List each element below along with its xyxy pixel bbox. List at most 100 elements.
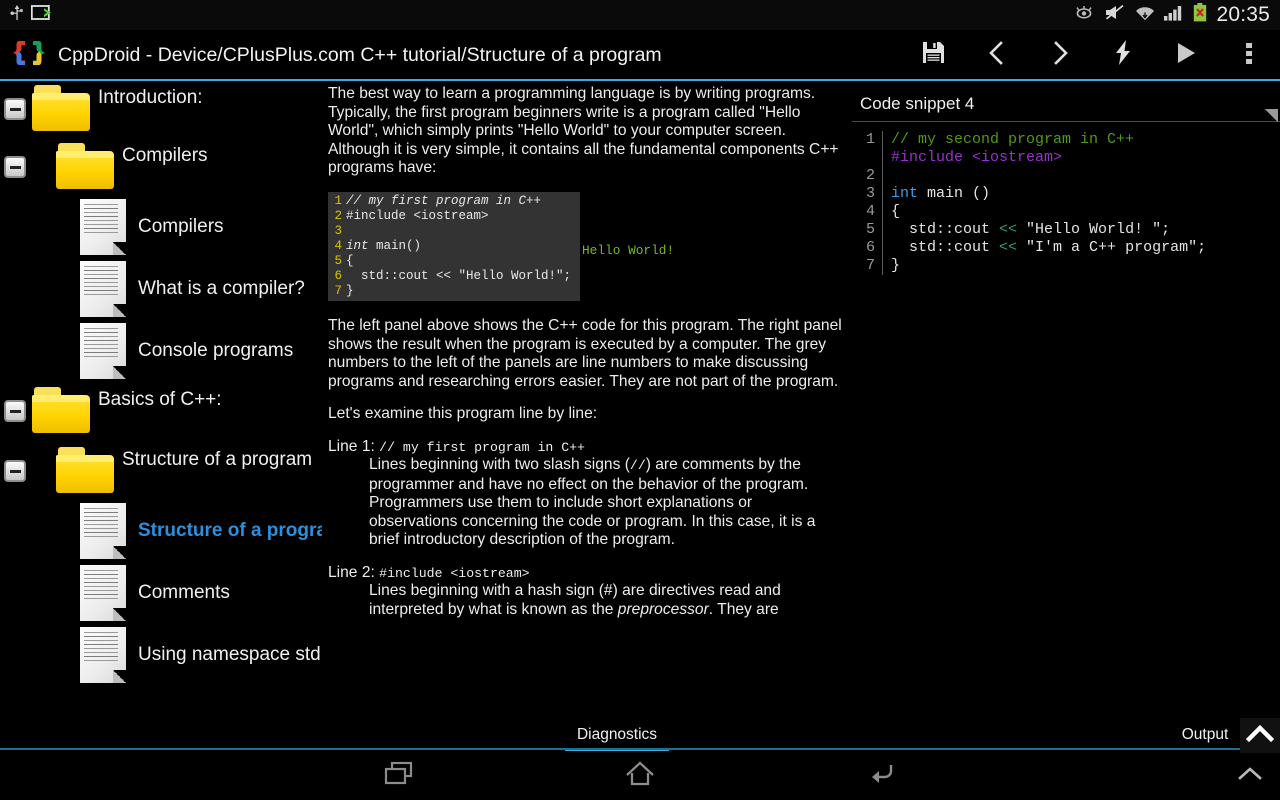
examine-paragraph: Let's examine this program line by line: <box>328 405 598 423</box>
chevron-right-icon <box>1048 40 1072 71</box>
tree-item-basics-of-cpp[interactable]: Basics of C++: <box>0 387 322 435</box>
line-2-code: #include <iostream> <box>379 565 530 581</box>
save-button[interactable] <box>902 30 965 80</box>
line-number: 2 <box>334 208 342 223</box>
cppdroid-logo-icon <box>12 38 46 72</box>
tree-item-console-programs[interactable]: Console programs <box>0 323 322 379</box>
line-number: 7 <box>334 283 342 298</box>
code-text: #include <iostream> <box>346 208 489 223</box>
snippet-line: 4 { <box>852 203 1280 221</box>
status-bar-clock: 20:35 <box>1216 3 1270 26</box>
screen-cast-icon <box>30 4 53 26</box>
line-number: 4 <box>865 203 875 220</box>
example-code-block: 1 // my first program in C++ 2 #include … <box>328 191 674 301</box>
code-token-operator: << <box>999 239 1018 256</box>
code-text: std::cout <box>891 221 1000 238</box>
code-text: "Hello World! "; <box>1017 221 1171 238</box>
recents-icon <box>383 760 417 793</box>
chevron-up-icon <box>1245 724 1275 749</box>
expand-panel-button[interactable] <box>1240 718 1280 754</box>
tree-item-label: Using namespace std <box>138 644 321 665</box>
snippet-line: 3 int main () <box>852 185 1280 203</box>
app-action-bar: CppDroid - Device/CPlusPlus.com C++ tuto… <box>0 30 1280 80</box>
document-icon <box>80 323 126 379</box>
snippet-line: 1 // my second program in C++ <box>852 131 1280 149</box>
action-bar-buttons <box>902 30 1280 80</box>
code-token-keyword: int <box>891 185 919 202</box>
code-line: 4 int main() <box>328 239 580 254</box>
tree-expander-compilers[interactable] <box>4 156 26 178</box>
gutter-rule <box>882 167 883 185</box>
code-line: 7 } <box>328 284 580 299</box>
nav-expand-button[interactable] <box>1220 753 1280 800</box>
line-2-emphasis: preprocessor <box>617 600 709 618</box>
code-snippet-panel[interactable]: Code snippet 4 1 // my second program in… <box>852 81 1280 718</box>
run-button[interactable] <box>1154 30 1217 80</box>
nav-back-button[interactable] <box>834 753 930 800</box>
tree-item-label-selected: Structure of a program <box>138 520 322 541</box>
code-token-preprocessor: #include <iostream> <box>891 149 1063 166</box>
snippet-line: 2 <box>852 167 1280 185</box>
tree-item-introduction[interactable]: Introduction: <box>0 85 322 133</box>
line-number: 1 <box>865 131 875 148</box>
tree-expander-structure[interactable] <box>4 460 26 482</box>
snippet-line: 7 } <box>852 257 1280 275</box>
explanation-paragraph: The left panel above shows the C++ code … <box>328 316 842 390</box>
tree-item-what-is-a-compiler[interactable]: What is a compiler? <box>0 261 322 317</box>
line-2-header: Line 2: #include <iostream> <box>328 564 844 582</box>
line-number: 5 <box>334 253 342 268</box>
folder-icon <box>32 387 92 435</box>
tab-output[interactable]: Output <box>1160 718 1250 751</box>
chevron-up-icon <box>1237 765 1263 788</box>
line-1-explanation: Line 1: // my first program in C++ Lines… <box>328 438 844 550</box>
line-number: 6 <box>334 268 342 283</box>
tree-item-using-namespace-std[interactable]: Using namespace std <box>0 627 322 683</box>
tree-item-structure-of-a-program[interactable]: Structure of a program <box>0 503 322 559</box>
line-number: 1 <box>334 193 342 208</box>
home-icon <box>623 760 657 793</box>
line-2-body: Lines beginning with a hash sign (#) are… <box>369 582 844 619</box>
tutorial-content-pane[interactable]: The best way to learn a programming lang… <box>322 81 852 718</box>
folder-icon <box>56 447 116 495</box>
document-icon <box>80 627 126 683</box>
status-bar-left-icons <box>0 4 53 27</box>
snippet-divider <box>852 121 1280 122</box>
tab-bar-divider <box>0 748 1280 750</box>
wifi-icon <box>1135 4 1155 26</box>
tree-item-structure-folder[interactable]: Structure of a program <box>0 447 322 495</box>
tree-item-label: Compilers <box>122 145 208 166</box>
code-line: 2 #include <iostream> <box>328 209 580 224</box>
nav-home-button[interactable] <box>592 753 688 800</box>
back-arrow-icon <box>865 760 899 793</box>
code-text: main () <box>918 185 991 202</box>
line-1-body-a: Lines beginning with two slash signs ( <box>369 455 630 473</box>
tree-item-compilers-doc[interactable]: Compilers <box>0 199 322 255</box>
snippet-code[interactable]: 1 // my second program in C++ #include <… <box>852 131 1280 275</box>
nav-recents-button[interactable] <box>352 753 448 800</box>
back-button[interactable] <box>965 30 1028 80</box>
example-output-text: Hello World! <box>582 242 675 258</box>
tree-item-label: Structure of a program <box>122 449 313 470</box>
tree-expander-introduction[interactable] <box>4 98 26 120</box>
android-nav-bar <box>0 753 1280 800</box>
code-text: } <box>891 257 901 274</box>
tab-diagnostics[interactable]: Diagnostics <box>557 718 677 751</box>
eye-icon <box>1073 5 1095 26</box>
tree-item-comments[interactable]: Comments <box>0 565 322 621</box>
more-vertical-icon <box>1245 40 1253 71</box>
code-text: { <box>346 253 354 268</box>
line-2-label: Line 2: <box>328 563 375 581</box>
tree-item-compilers-folder[interactable]: Compilers <box>0 143 322 191</box>
tree-item-label: Console programs <box>138 340 294 361</box>
forward-button[interactable] <box>1028 30 1091 80</box>
tutorial-tree-sidebar[interactable]: Introduction: Compilers Compilers What i… <box>0 81 322 718</box>
line-1-body: Lines beginning with two slash signs (//… <box>369 456 844 550</box>
code-token-comment: // my second program in C++ <box>891 131 1135 148</box>
build-button[interactable] <box>1091 30 1154 80</box>
chevron-left-icon <box>985 40 1009 71</box>
resize-grip-icon[interactable] <box>1264 109 1278 123</box>
overflow-button[interactable] <box>1217 30 1280 80</box>
line-number: 4 <box>334 238 342 253</box>
code-text: { <box>891 203 901 220</box>
tree-expander-basics[interactable] <box>4 400 26 422</box>
